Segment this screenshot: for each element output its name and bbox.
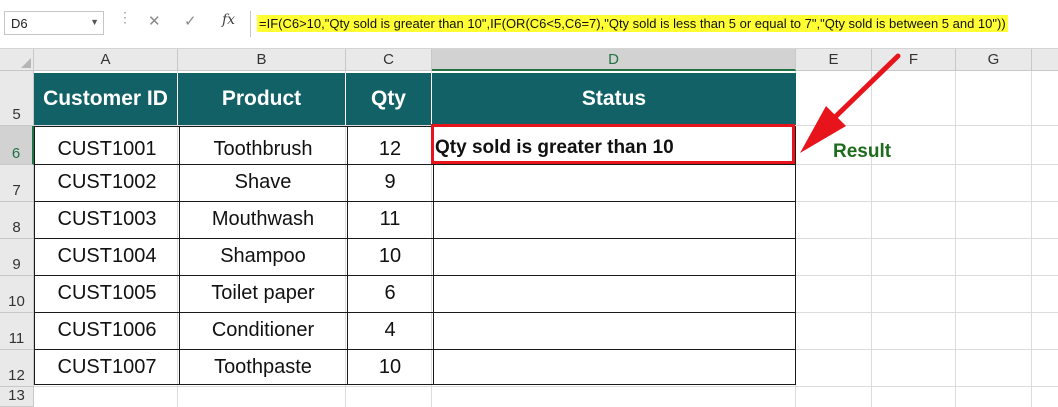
cell-customer-id[interactable]: CUST1005: [35, 275, 179, 312]
column-header-g[interactable]: G: [956, 49, 1032, 71]
result-label: Result: [833, 141, 892, 162]
header-status[interactable]: Status: [432, 73, 796, 125]
header-customer-id[interactable]: Customer ID: [34, 73, 178, 125]
chevron-down-icon[interactable]: ▼: [90, 17, 99, 27]
row-header-11[interactable]: 11: [0, 313, 34, 350]
cell-qty[interactable]: 10: [347, 349, 433, 386]
result-highlight-box: [431, 124, 795, 164]
row-header-12[interactable]: 12: [0, 350, 34, 387]
cell-customer-id[interactable]: CUST1006: [35, 312, 179, 349]
table-header: Customer ID Product Qty Status: [34, 73, 796, 125]
cell-status[interactable]: [432, 201, 797, 238]
gridline: [871, 71, 872, 407]
column-header-c[interactable]: C: [346, 49, 432, 71]
cell-product[interactable]: Toothpaste: [179, 349, 347, 386]
table-body: CUST1001 Toothbrush 12 Qty sold is great…: [34, 126, 796, 385]
row-header-label: 7: [12, 182, 21, 199]
cell-product[interactable]: Toilet paper: [179, 275, 347, 312]
column-header-b[interactable]: B: [178, 49, 346, 71]
cell-status[interactable]: [432, 164, 797, 201]
row-header-label: 5: [12, 106, 21, 123]
formula-text: =IF(C6>10,"Qty sold is greater than 10",…: [257, 15, 1008, 32]
column-header-d[interactable]: D: [432, 49, 796, 71]
cell-customer-id[interactable]: CUST1002: [35, 164, 179, 201]
cell-product[interactable]: Mouthwash: [179, 201, 347, 238]
column-header-partial[interactable]: [1032, 49, 1058, 71]
cell-qty[interactable]: 12: [347, 127, 433, 164]
row-header-label: 6: [11, 145, 21, 162]
worksheet-grid: A B C D E F G 5 6 7 8 9 10 11 12 13 Cust…: [0, 49, 1058, 407]
cell-product[interactable]: Shampoo: [179, 238, 347, 275]
formula-input[interactable]: =IF(C6>10,"Qty sold is greater than 10",…: [250, 11, 1058, 37]
column-header-a[interactable]: A: [34, 49, 178, 71]
row-header-6[interactable]: 6: [0, 126, 34, 165]
row-header-label: 12: [8, 367, 25, 384]
row-header-8[interactable]: 8: [0, 202, 34, 239]
cell-status[interactable]: [432, 349, 797, 386]
header-product[interactable]: Product: [178, 73, 346, 125]
row-header-7[interactable]: 7: [0, 165, 34, 202]
row-header-label: 13: [8, 387, 25, 404]
cell-product[interactable]: Toothbrush: [179, 127, 347, 164]
row-header-5[interactable]: 5: [0, 71, 34, 126]
cell-qty[interactable]: 10: [347, 238, 433, 275]
cell-customer-id[interactable]: CUST1003: [35, 201, 179, 238]
row-header-9[interactable]: 9: [0, 239, 34, 276]
gridline: [955, 71, 956, 407]
cell-customer-id[interactable]: CUST1004: [35, 238, 179, 275]
column-header-e[interactable]: E: [796, 49, 872, 71]
name-box[interactable]: D6 ▼: [4, 11, 104, 35]
row-header-label: 10: [8, 293, 25, 310]
gridline: [34, 386, 1058, 387]
column-header-f[interactable]: F: [872, 49, 956, 71]
insert-function-icon[interactable]: fx: [222, 12, 235, 28]
cell-qty[interactable]: 9: [347, 164, 433, 201]
row-header-10[interactable]: 10: [0, 276, 34, 313]
cell-status[interactable]: [432, 312, 797, 349]
cell-status[interactable]: [432, 238, 797, 275]
select-all-button[interactable]: [0, 49, 34, 71]
cell-qty[interactable]: 4: [347, 312, 433, 349]
cell-product[interactable]: Shave: [179, 164, 347, 201]
cell-qty[interactable]: 6: [347, 275, 433, 312]
cell-status[interactable]: [432, 275, 797, 312]
gridline: [1031, 71, 1032, 407]
row-header-label: 8: [12, 219, 21, 236]
cell-customer-id[interactable]: CUST1001: [35, 127, 179, 164]
header-qty[interactable]: Qty: [346, 73, 432, 125]
cell-qty[interactable]: 11: [347, 201, 433, 238]
name-box-value: D6: [11, 16, 28, 31]
drag-handle-icon[interactable]: ⋮: [118, 10, 132, 34]
cell-customer-id[interactable]: CUST1007: [35, 349, 179, 386]
row-header-label: 9: [12, 256, 21, 273]
cancel-icon[interactable]: ✕: [148, 12, 161, 34]
row-header-13[interactable]: 13: [0, 387, 34, 407]
formula-bar-area: D6 ▼ ⋮ ✕ ✓ fx =IF(C6>10,"Qty sold is gre…: [0, 0, 1058, 49]
row-header-label: 11: [8, 330, 25, 347]
cell-product[interactable]: Conditioner: [179, 312, 347, 349]
confirm-icon[interactable]: ✓: [184, 12, 197, 34]
